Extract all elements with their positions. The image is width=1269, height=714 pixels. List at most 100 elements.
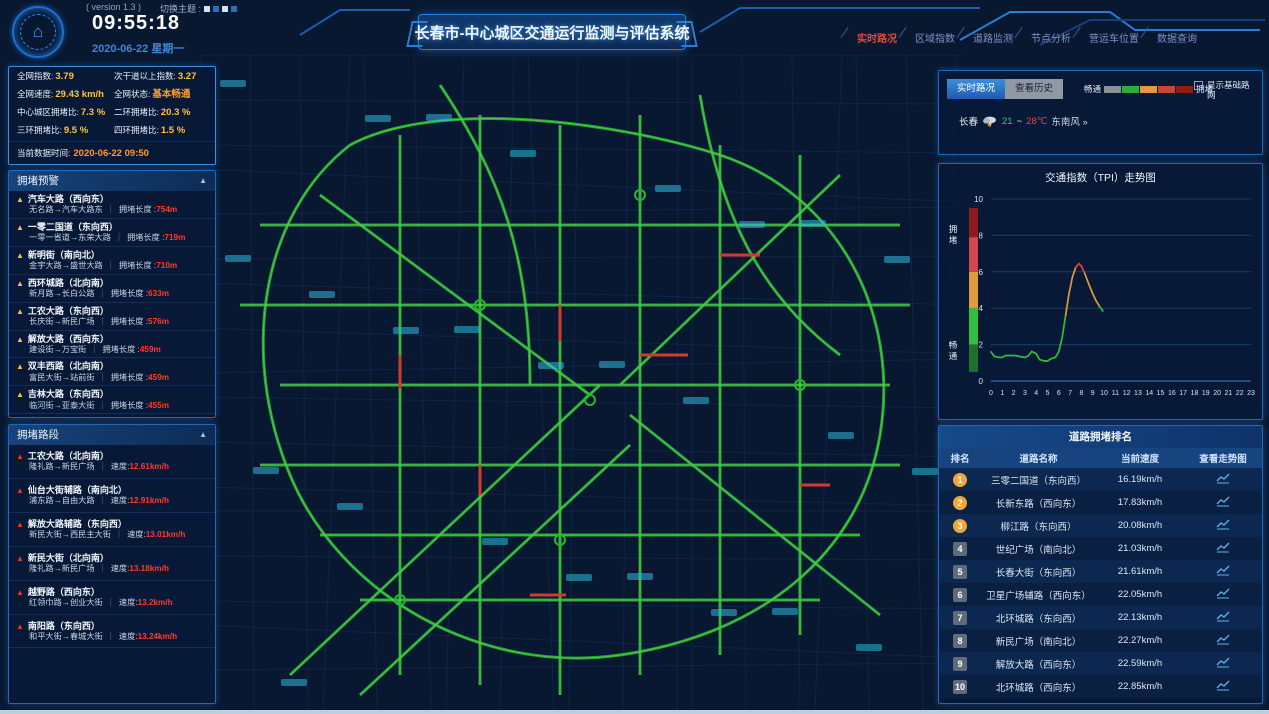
segment-text: 无名路→汽车大路东: [29, 205, 103, 214]
rank-header-cell: 查看走势图: [1184, 451, 1262, 465]
nav-item-1[interactable]: 实时路况: [857, 30, 897, 45]
table-row[interactable]: 2长新东路（西向东）17.83km/h: [939, 491, 1262, 514]
nav-item-3[interactable]: 道路监测: [973, 30, 1013, 45]
congestion-warning-header: 拥堵预警 ▲: [9, 171, 215, 191]
svg-text:12: 12: [1123, 390, 1131, 397]
warning-triangle-icon: ▲: [16, 223, 24, 232]
table-row[interactable]: 8新民广场（南向北）22.27km/h: [939, 629, 1262, 652]
list-item[interactable]: ▲新明街（南向北）金宇大路→盛世大路｜拥堵长度 :710m: [9, 247, 215, 275]
list-item[interactable]: ▲越野路（西向东）红领巾路→创业大街｜速度:13.2km/h: [9, 581, 215, 615]
rank-header-cell: 道路名称: [981, 451, 1096, 465]
list-item[interactable]: ▲南阳路（东向西）和平大街→春城大街｜速度:13.24km/h: [9, 615, 215, 649]
road-name: 工农大路（东向西）: [28, 306, 109, 316]
metric-value: 13.24km/h: [138, 632, 178, 641]
trend-chart-icon[interactable]: [1216, 496, 1231, 510]
metric-label: 拥堵长度 :: [111, 373, 148, 382]
nav-separator-icon: [1014, 27, 1022, 38]
table-row[interactable]: 1三零二国道（东向西）16.19km/h: [939, 468, 1262, 491]
metric-label: 拥堵长度 :: [103, 345, 140, 354]
nav-item-5[interactable]: 营运车位置: [1089, 30, 1139, 45]
svg-text:15: 15: [1157, 390, 1165, 397]
network-stats-grid: 全网指数:3.79次干道以上指数:3.27全网速度:29.43 km/h全网状态…: [9, 67, 215, 137]
collapse-caret-icon[interactable]: ▲: [199, 171, 207, 191]
trend-chart-icon[interactable]: [1216, 634, 1231, 648]
list-item[interactable]: ▲西环城路（北向南）新月路→长白公路｜拥堵长度 :633m: [9, 275, 215, 303]
show-base-network-checkbox[interactable]: 显示基础路网: [1194, 80, 1256, 100]
svg-text:21: 21: [1224, 390, 1232, 397]
nav-item-4[interactable]: 节点分析: [1031, 30, 1071, 45]
list-item[interactable]: ▲新民大街（北向南）隆礼路→新民广场｜速度:13.18km/h: [9, 547, 215, 581]
trend-chart-icon[interactable]: [1216, 565, 1231, 579]
road-name-cell: 卫星广场辅路（西向东）: [981, 588, 1096, 602]
trend-chart-icon[interactable]: [1216, 542, 1231, 556]
road-name-cell: 世纪广场（南向北）: [981, 542, 1096, 556]
data-timestamp-label: 当前数据时间:: [17, 148, 70, 158]
home-logo[interactable]: ⌂: [12, 6, 64, 58]
rank-badge-cell: 2: [939, 496, 981, 510]
rank-badge: 9: [953, 657, 967, 671]
list-item[interactable]: ▲汽车大路（西向东）无名路→汽车大路东｜拥堵长度 :754m: [9, 191, 215, 219]
list-item[interactable]: ▲双丰西路（北向南）富民大街→站前街｜拥堵长度 :459m: [9, 358, 215, 386]
theme-swatch-icon[interactable]: [213, 6, 219, 12]
segment-text: 红领巾路→创业大街: [29, 598, 103, 607]
table-row[interactable]: 5长春大街（东向西）21.61km/h: [939, 560, 1262, 583]
nav-item-2[interactable]: 区域指数: [915, 30, 955, 45]
warning-triangle-icon: ▲: [16, 362, 24, 371]
list-item-road: ▲工农大路（东向西）: [16, 306, 208, 317]
table-row[interactable]: 3柳江路（东向西）20.08km/h: [939, 514, 1262, 537]
list-item-detail: 无名路→汽车大路东｜拥堵长度 :754m: [16, 205, 208, 216]
table-row[interactable]: 9解放大路（西向东）22.59km/h: [939, 652, 1262, 675]
table-row[interactable]: 10北环城路（西向东）22.85km/h: [939, 675, 1262, 698]
warning-triangle-icon: ▲: [16, 588, 24, 597]
nav-item-6[interactable]: 数据查询: [1157, 30, 1197, 45]
list-item[interactable]: ▲仙台大街辅路（南向北）浦东路→自由大路｜速度:12.91km/h: [9, 479, 215, 513]
table-row[interactable]: 6卫星广场辅路（西向东）22.05km/h: [939, 583, 1262, 606]
stat-value: 3.79: [55, 71, 74, 82]
list-item[interactable]: ▲南湖大路（东向西）南湖新村中街→南湖广场｜拥堵长度 :438m: [9, 414, 215, 417]
list-item-road: ▲解放大路（西向东）: [16, 334, 208, 345]
checkbox-icon[interactable]: [1194, 81, 1203, 90]
trend-chart-icon[interactable]: [1216, 473, 1231, 487]
theme-swatch-icon[interactable]: [231, 6, 237, 12]
svg-text:2: 2: [1012, 390, 1016, 397]
list-item[interactable]: ▲解放大路（西向东）建设街→万宝街｜拥堵长度 :459m: [9, 331, 215, 359]
trend-chart-icon[interactable]: [1216, 611, 1231, 625]
stat-label: 中心城区拥堵比:: [17, 107, 79, 117]
stat-label: 四环拥堵比:: [114, 125, 159, 135]
traffic-dashboard: ⌂ ( version 1.3 ) 切换主题 : 09:55:18 2020-0…: [0, 0, 1269, 714]
theme-swatch-icon[interactable]: [204, 6, 210, 12]
collapse-caret-icon[interactable]: ▲: [199, 425, 207, 445]
wind-link[interactable]: 东南风 »: [1051, 114, 1087, 128]
list-item[interactable]: ▲工农大路（北向南）隆礼路→新民广场｜速度:12.61km/h: [9, 445, 215, 479]
road-name-cell: 北环城路（东向西）: [981, 611, 1096, 625]
metric-label: 速度:: [111, 496, 130, 505]
list-item-detail: 和平大街→春城大街｜速度:13.24km/h: [16, 632, 208, 643]
tab-history[interactable]: 查看历史: [1005, 79, 1063, 99]
rank-badge: 7: [953, 611, 967, 625]
metric-value: 13.2km/h: [138, 598, 173, 607]
city-traffic-map[interactable]: [200, 55, 965, 710]
road-name-cell: 三零二国道（东向西）: [981, 473, 1096, 487]
list-item[interactable]: ▲工农大路（东向西）长庆街→新民广场｜拥堵长度 :576m: [9, 303, 215, 331]
ranking-header-row: 排名道路名称当前速度查看走势图: [939, 448, 1262, 468]
list-item-road: ▲解放大路辅路（东向西）: [16, 519, 208, 530]
theme-swatch-icon[interactable]: [222, 6, 228, 12]
congested-segments-panel: 拥堵路段 ▲ ▲工农大路（北向南）隆礼路→新民广场｜速度:12.61km/h▲仙…: [8, 424, 216, 704]
trend-chart-icon[interactable]: [1216, 657, 1231, 671]
list-item[interactable]: ▲一零二国道（东向西）一零一省道→东荣大路｜拥堵长度 :719m: [9, 219, 215, 247]
table-row[interactable]: 4世纪广场（南向北）21.03km/h: [939, 537, 1262, 560]
home-icon: ⌂: [20, 14, 56, 50]
trend-chart-icon[interactable]: [1216, 519, 1231, 533]
tab-realtime[interactable]: 实时路况: [947, 79, 1005, 99]
svg-text:4: 4: [1034, 390, 1038, 397]
separator: ｜: [107, 205, 115, 214]
bottom-scrollbar[interactable]: [0, 710, 1269, 714]
rank-badge-cell: 5: [939, 565, 981, 579]
list-item[interactable]: ▲解放大路辅路（东向西）新民大街→西民主大街｜速度:13.01km/h: [9, 513, 215, 547]
table-row[interactable]: 7北环城路（东向西）22.13km/h: [939, 606, 1262, 629]
metric-value: 12.91km/h: [129, 496, 169, 505]
trend-chart-icon[interactable]: [1216, 680, 1231, 694]
list-item[interactable]: ▲吉林大路（东向西）临河街→亚泰大街｜拥堵长度 :455m: [9, 386, 215, 414]
trend-chart-icon[interactable]: [1216, 588, 1231, 602]
metric-label: 拥堵长度 :: [119, 261, 156, 270]
